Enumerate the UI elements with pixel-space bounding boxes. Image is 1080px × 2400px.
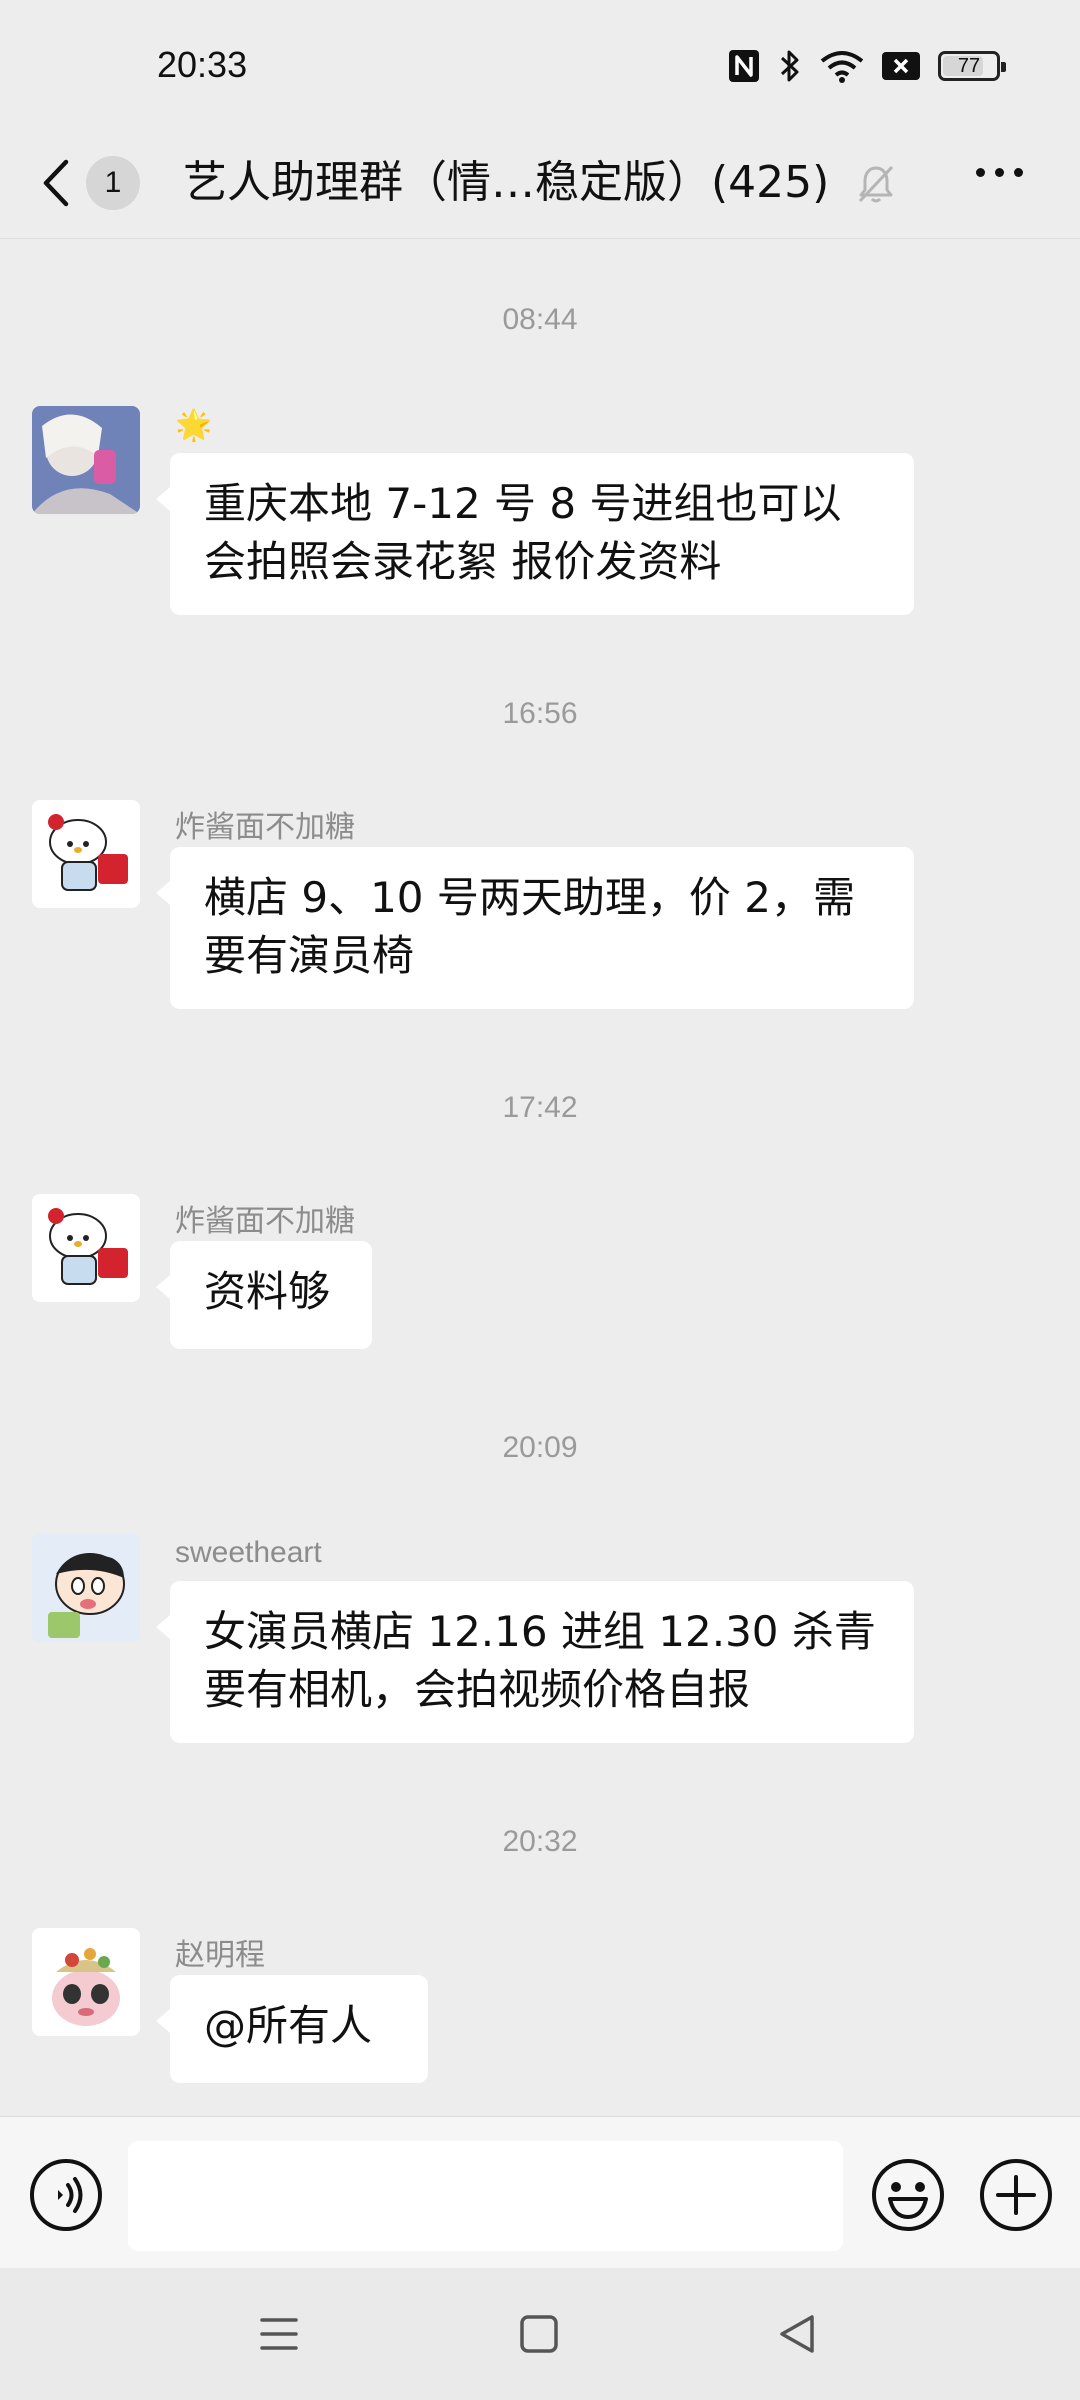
home-icon xyxy=(520,2315,558,2353)
message-text: 要有相机，会拍视频价格自报 xyxy=(204,1665,751,1714)
chat-title: 艺人助理群（情…稳定版）(425) xyxy=(183,157,830,208)
sender-name: sweetheart xyxy=(175,1536,322,1569)
bluetooth-icon xyxy=(780,50,799,82)
chevron-left-icon xyxy=(43,159,69,207)
voice-icon xyxy=(30,2159,102,2231)
unread-count-badge: 1 xyxy=(86,156,140,210)
message-timestamp: 08:44 xyxy=(502,303,578,336)
back-triangle-icon xyxy=(780,2315,814,2353)
wifi-icon xyxy=(820,51,864,83)
status-time: 20:33 xyxy=(157,44,248,85)
message-bubble[interactable]: 重庆本地 7-12 号 8 号进组也可以 会拍照会录花絮 报价发资料 xyxy=(156,453,914,615)
voice-button[interactable] xyxy=(28,2157,104,2237)
plus-icon xyxy=(980,2159,1052,2231)
status-bar: 20:33 77 xyxy=(0,0,1080,130)
avatar[interactable] xyxy=(32,1928,140,2036)
battery-icon: 77 xyxy=(938,51,1006,81)
sender-name: 🌟 xyxy=(175,409,213,442)
message-text: 资料够 xyxy=(204,1267,331,1316)
message-bubble[interactable]: 横店 9、10 号两天助理，价 2，需 要有演员椅 xyxy=(156,847,914,1009)
notification-x-icon xyxy=(882,52,920,80)
nfc-icon xyxy=(729,50,759,82)
message-input[interactable] xyxy=(128,2141,843,2251)
message-timestamp: 20:32 xyxy=(502,1825,578,1858)
more-actions-button[interactable] xyxy=(978,2157,1054,2237)
message-text: 重庆本地 7-12 号 8 号进组也可以 xyxy=(204,479,842,528)
input-bar xyxy=(0,2116,1080,2269)
message-bubble[interactable]: 资料够 xyxy=(156,1241,372,1349)
recents-button[interactable] xyxy=(258,2312,300,2360)
sender-name: 赵明程 xyxy=(175,1939,265,1972)
status-icons: 77 xyxy=(728,48,1006,84)
message-text: 横店 9、10 号两天助理，价 2，需 xyxy=(204,873,855,922)
message-timestamp: 20:09 xyxy=(502,1431,578,1464)
avatar[interactable] xyxy=(32,406,140,514)
message-timestamp: 17:42 xyxy=(502,1091,578,1124)
menu-icon xyxy=(260,2318,298,2350)
battery-level: 77 xyxy=(957,54,981,77)
chat-header: 1 艺人助理群（情…稳定版）(425) xyxy=(0,130,1080,239)
avatar[interactable] xyxy=(32,1534,140,1642)
smile-icon xyxy=(872,2159,944,2231)
message-bubble[interactable]: @所有人 xyxy=(156,1975,428,2083)
message-text: 要有演员椅 xyxy=(204,931,415,980)
more-button[interactable] xyxy=(976,168,1023,177)
avatar[interactable] xyxy=(32,1194,140,1302)
message-text: @所有人 xyxy=(204,2001,373,2050)
sender-name: 炸酱面不加糖 xyxy=(175,811,355,844)
nav-back-button[interactable] xyxy=(776,2312,818,2360)
avatar[interactable] xyxy=(32,800,140,908)
sender-name: 炸酱面不加糖 xyxy=(175,1205,355,1238)
system-nav-bar xyxy=(0,2268,1080,2400)
emoji-button[interactable] xyxy=(870,2157,946,2237)
message-text: 女演员横店 12.16 进组 12.30 杀青 xyxy=(204,1607,876,1656)
message-timestamp: 16:56 xyxy=(502,697,578,730)
more-icon xyxy=(976,168,985,177)
message-text: 会拍照会录花絮 报价发资料 xyxy=(204,537,722,586)
message-bubble[interactable]: 女演员横店 12.16 进组 12.30 杀青 要有相机，会拍视频价格自报 xyxy=(156,1581,914,1743)
home-button[interactable] xyxy=(518,2312,560,2360)
bell-off-icon xyxy=(858,165,894,203)
